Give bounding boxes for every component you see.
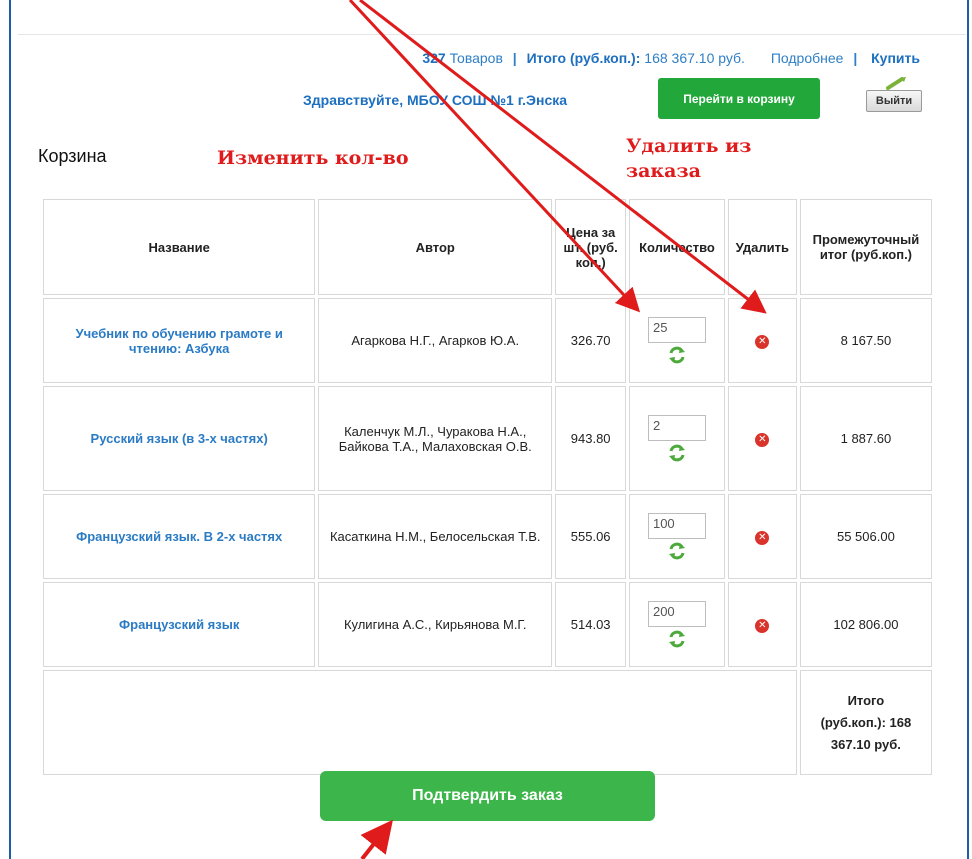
annotation-change-quantity: Изменить кол-во	[185, 144, 453, 177]
quantity-input[interactable]: 200	[647, 600, 706, 627]
column-header-quantity: Количество	[629, 199, 725, 295]
quantity-cell: 200	[629, 582, 725, 667]
total-row: Итого (руб.коп.): 168 367.10 руб.	[43, 670, 932, 775]
cart-total-label: Итого (руб.коп.):	[526, 50, 641, 66]
logout-icon	[886, 77, 906, 90]
order-total: Итого (руб.коп.): 168 367.10 руб.	[799, 670, 932, 775]
cart-table: Название Автор Цена за шт. (руб. коп.) К…	[40, 196, 935, 778]
product-name-link[interactable]: Учебник по обучению грамоте и чтению: Аз…	[43, 298, 316, 383]
table-header-row: Название Автор Цена за шт. (руб. коп.) К…	[43, 199, 932, 295]
quantity-cell: 100	[629, 494, 725, 579]
quantity-cell: 2	[629, 386, 725, 491]
order-total-line: (руб.коп.): 168	[820, 714, 912, 730]
refresh-arrows-icon[interactable]	[667, 345, 687, 365]
refresh-arrows-icon[interactable]	[667, 541, 687, 561]
column-header-subtotal: Промежуточный итог (руб.коп.)	[799, 199, 932, 295]
product-name-link[interactable]: Русский язык (в 3-х частях)	[43, 386, 316, 491]
column-header-name: Название	[43, 199, 316, 295]
cart-total-value: 168 367.10 руб.	[644, 50, 745, 66]
confirm-order-button[interactable]: Подтвердить заказ	[320, 771, 655, 821]
delete-x-icon[interactable]: ✕	[755, 531, 770, 545]
subtotal: 102 806.00	[799, 582, 932, 667]
cart-summary: 327 Товаров | Итого (руб.коп.): 168 367.…	[422, 50, 920, 66]
product-author: Каленчук М.Л., Чуракова Н.А., Байкова Т.…	[318, 386, 553, 491]
cart-count-label[interactable]: Товаров	[450, 50, 503, 66]
quantity-input[interactable]: 100	[647, 512, 706, 539]
greeting: Здравствуйте, МБОУ СОШ №1 г.Энска	[303, 92, 568, 108]
annotation-remove-from-order: Удалить из заказа	[626, 135, 752, 182]
separator: |	[853, 50, 858, 66]
details-link[interactable]: Подробнее	[771, 50, 844, 66]
subtotal: 1 887.60	[799, 386, 932, 491]
refresh-arrows-icon[interactable]	[667, 443, 687, 463]
cart-count: 327	[422, 50, 446, 66]
product-name-link[interactable]: Французский язык	[43, 582, 316, 667]
buy-link[interactable]: Купить	[871, 50, 920, 66]
quantity-input[interactable]: 25	[647, 316, 706, 343]
refresh-arrows-icon[interactable]	[667, 629, 687, 649]
delete-x-icon[interactable]: ✕	[755, 433, 770, 447]
page-title: Корзина	[38, 146, 107, 166]
product-price: 514.03	[555, 582, 627, 667]
delete-cell: ✕	[727, 386, 797, 491]
logout-button[interactable]: Выйти	[866, 90, 922, 112]
top-divider	[18, 34, 966, 35]
delete-cell: ✕	[727, 582, 797, 667]
column-header-author: Автор	[318, 199, 553, 295]
product-price: 555.06	[555, 494, 627, 579]
product-name-link[interactable]: Французский язык. В 2-х частях	[43, 494, 316, 579]
table-row: Учебник по обучению грамоте и чтению: Аз…	[43, 298, 932, 383]
order-total-line: 367.10 руб.	[830, 736, 901, 752]
product-author: Касаткина Н.М., Белосельская Т.В.	[318, 494, 553, 579]
delete-x-icon[interactable]: ✕	[755, 619, 770, 633]
order-total-line: Итого	[847, 692, 885, 708]
table-row: Французский язык. В 2-х частях Касаткина…	[43, 494, 932, 579]
delete-cell: ✕	[727, 298, 797, 383]
product-price: 326.70	[555, 298, 627, 383]
table-row: Русский язык (в 3-х частях) Каленчук М.Л…	[43, 386, 932, 491]
column-header-delete: Удалить	[727, 199, 797, 295]
total-spacer	[43, 670, 797, 775]
delete-cell: ✕	[727, 494, 797, 579]
table-row: Французский язык Кулигина А.С., Кирьянов…	[43, 582, 932, 667]
subtotal: 55 506.00	[799, 494, 932, 579]
quantity-cell: 25	[629, 298, 725, 383]
separator: |	[512, 50, 517, 66]
go-to-cart-button[interactable]: Перейти в корзину	[658, 78, 820, 119]
product-price: 943.80	[555, 386, 627, 491]
product-author: Агаркова Н.Г., Агарков Ю.А.	[318, 298, 553, 383]
product-author: Кулигина А.С., Кирьянова М.Г.	[318, 582, 553, 667]
subtotal: 8 167.50	[799, 298, 932, 383]
delete-x-icon[interactable]: ✕	[755, 335, 770, 349]
quantity-input[interactable]: 2	[647, 414, 706, 441]
column-header-price: Цена за шт. (руб. коп.)	[555, 199, 627, 295]
